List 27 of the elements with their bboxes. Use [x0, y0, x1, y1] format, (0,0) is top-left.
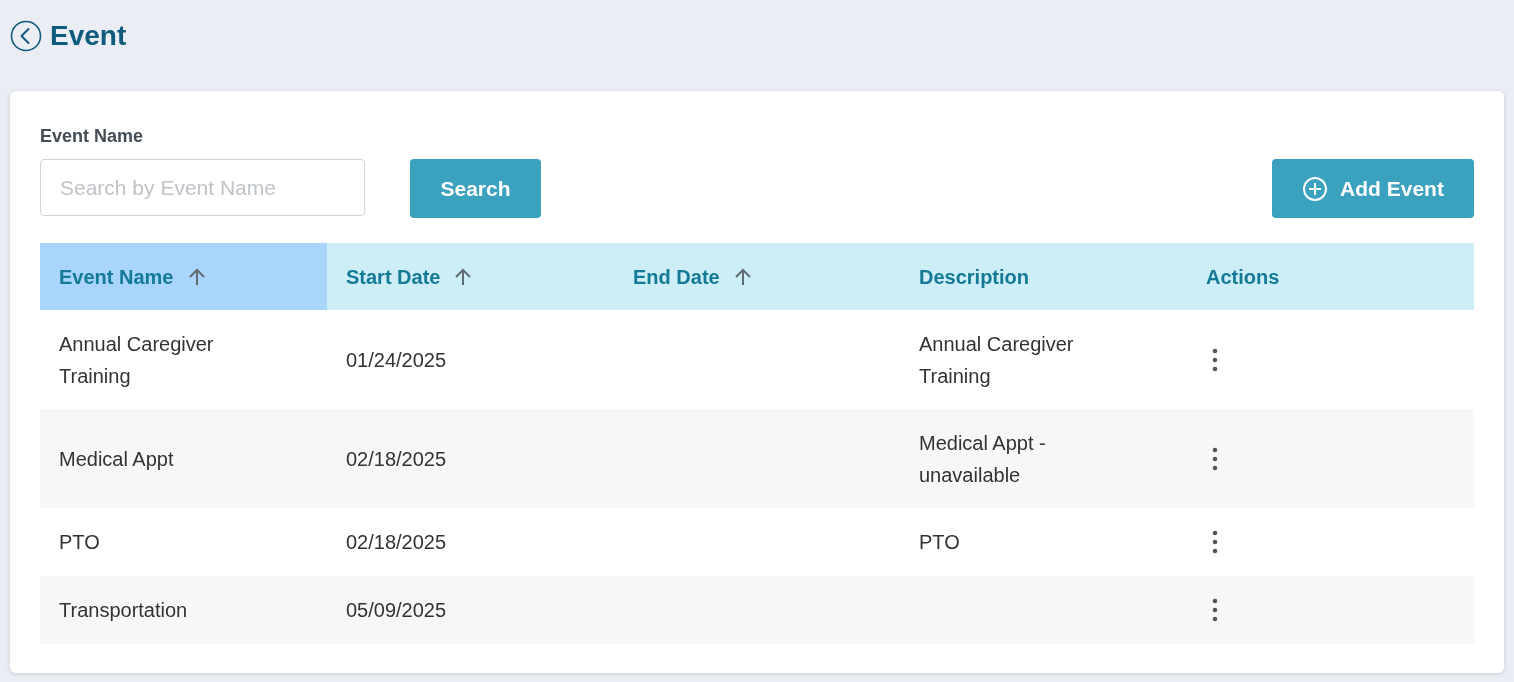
table-cell-text: 05/09/2025 [346, 598, 447, 623]
back-icon[interactable] [10, 19, 42, 52]
field-label: Event Name [40, 125, 145, 147]
table-cell-text: 02/18/2025 [346, 530, 447, 555]
plus-circle-icon [1302, 175, 1329, 202]
column-header[interactable]: Actions [1187, 243, 1474, 310]
table-cell-text: Annual Caregiver Training [59, 331, 215, 389]
table-cell-text: PTO [59, 530, 100, 555]
table-cell-text: 02/18/2025 [346, 446, 447, 472]
search-button[interactable]: Search [410, 159, 541, 218]
table-cell-text: Annual Caregiver Training [919, 331, 1075, 389]
table-cell-text: Transportation [59, 598, 188, 623]
column-header[interactable]: Description [900, 243, 1187, 310]
table-cell-text: 01/24/2025 [346, 347, 447, 373]
table-cell-text: Medical Appt - unavailable [919, 430, 1047, 488]
page-title: Event [50, 18, 127, 53]
column-header[interactable]: End Date [614, 243, 900, 310]
table-cell-text: PTO [919, 530, 960, 555]
more-options-icon[interactable] [1211, 446, 1219, 471]
table-cell-text: Medical Appt [59, 446, 174, 472]
more-options-icon[interactable] [1211, 347, 1219, 372]
more-options-icon[interactable] [1211, 530, 1219, 554]
column-header[interactable]: Start Date [327, 243, 614, 310]
column-header[interactable]: Event Name [40, 243, 327, 310]
add-event-button[interactable]: Add Event [1272, 159, 1474, 218]
more-options-icon[interactable] [1211, 598, 1219, 622]
search-field[interactable]: Search by Event Name [40, 159, 365, 216]
